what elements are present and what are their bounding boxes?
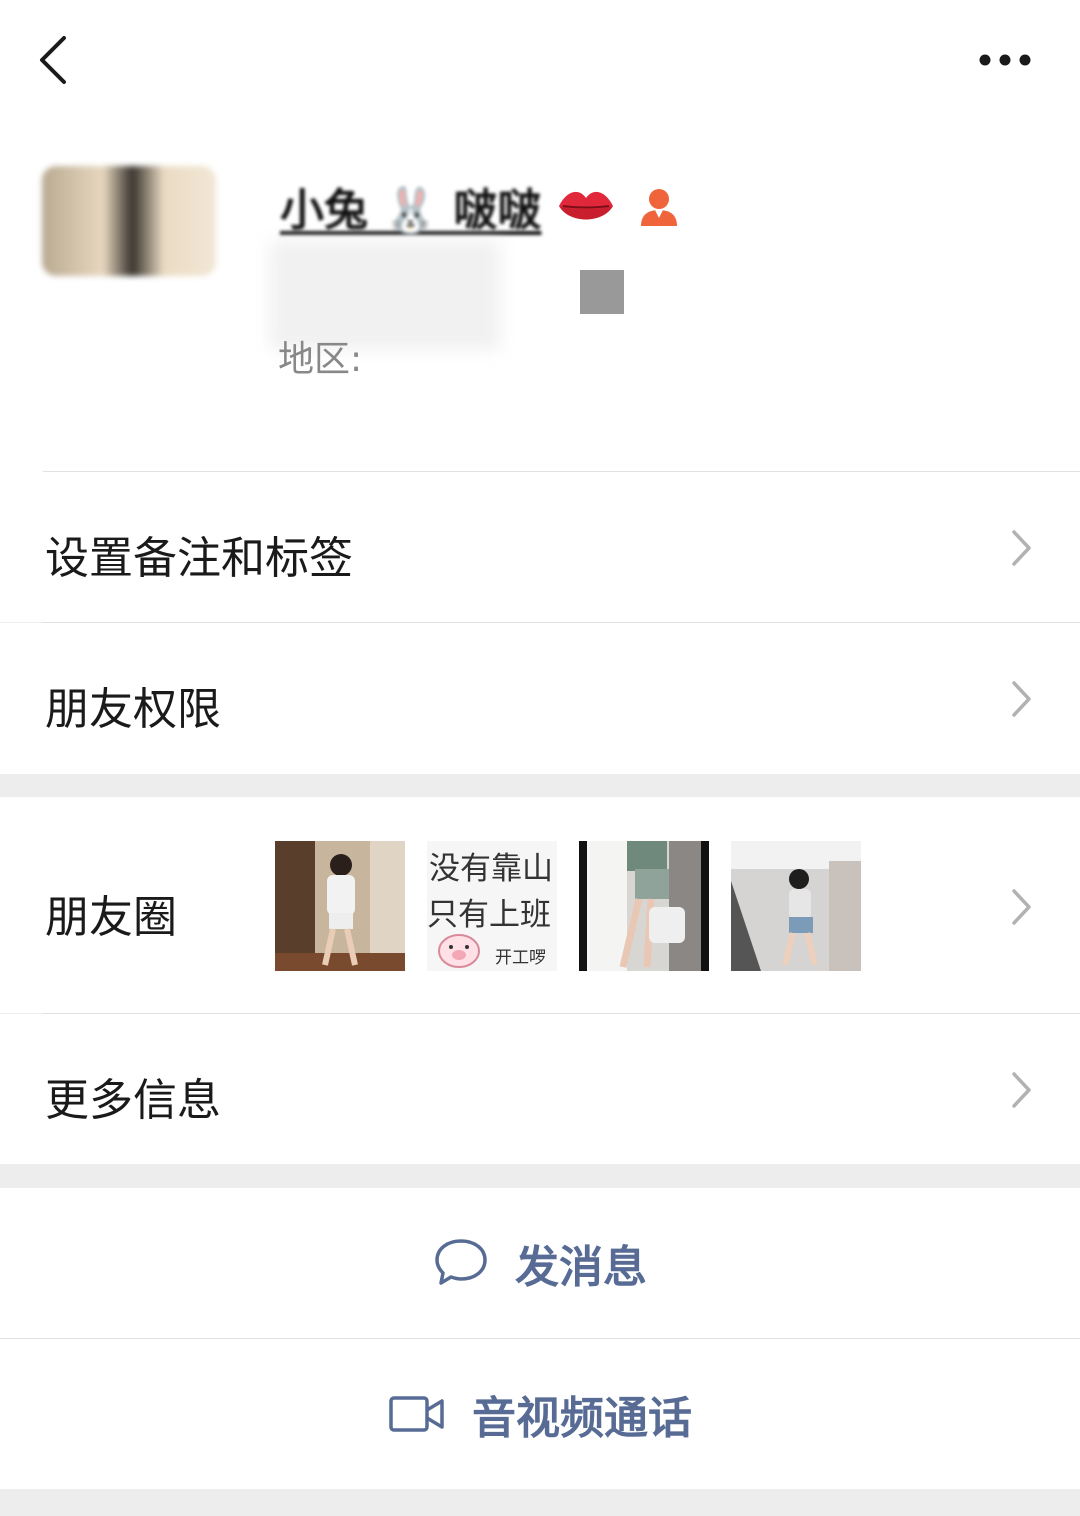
friend-permissions-label: 朋友权限 <box>45 684 221 735</box>
photo-thumbnail-4 <box>731 841 861 971</box>
photo-thumbnail-3 <box>579 841 709 971</box>
user-badge-icon <box>641 189 678 226</box>
avatar[interactable] <box>42 166 216 276</box>
more-options-button[interactable] <box>970 38 1040 82</box>
send-message-label: 发消息 <box>515 1242 647 1293</box>
video-call-label: 音视频通话 <box>472 1393 692 1444</box>
remark-tags-label: 设置备注和标签 <box>45 533 353 584</box>
chevron-right-icon <box>1012 889 1031 925</box>
more-dots-icon <box>979 54 1031 66</box>
moments-row[interactable]: 朋友圈 没有靠山 只有上班 开工啰 <box>0 797 1080 1013</box>
thumb-text-line3: 开工啰 <box>495 948 546 968</box>
moments-thumbnail <box>731 841 861 971</box>
video-camera-icon <box>389 1396 444 1432</box>
moments-thumbnail <box>275 841 405 971</box>
chat-bubble-icon <box>435 1239 487 1285</box>
redaction-square <box>580 270 624 314</box>
text-image-thumbnail: 没有靠山 只有上班 开工啰 <box>427 841 557 971</box>
more-info-row[interactable]: 更多信息 <box>0 1014 1080 1164</box>
top-navbar <box>0 0 1080 120</box>
contact-profile-screen: 小兔 🐰 啵啵 地区: 设置备注和标签 朋友权限 朋友圈 没有靠山 只有上班 开… <box>0 0 1080 1516</box>
moments-label: 朋友圈 <box>45 892 177 943</box>
moments-thumbnail: 没有靠山 只有上班 开工啰 <box>427 841 557 971</box>
profile-header: 小兔 🐰 啵啵 地区: <box>0 120 1080 472</box>
moments-thumbnail <box>579 841 709 971</box>
chevron-left-icon <box>40 36 66 84</box>
cartoon-pig-icon <box>438 934 480 968</box>
chevron-right-icon <box>1012 530 1031 566</box>
chevron-right-icon <box>1012 1072 1031 1108</box>
remark-tags-row[interactable]: 设置备注和标签 <box>0 472 1080 622</box>
thumb-text-line1: 没有靠山 <box>429 851 553 887</box>
send-message-button[interactable]: 发消息 <box>0 1188 1080 1338</box>
region-label: 地区: <box>278 339 363 374</box>
photo-thumbnail-1 <box>275 841 405 971</box>
back-button[interactable] <box>28 28 88 92</box>
more-info-label: 更多信息 <box>45 1075 221 1126</box>
kiss-icon <box>559 191 614 220</box>
friend-permissions-row[interactable]: 朋友权限 <box>0 623 1080 774</box>
nickname: 小兔 🐰 啵啵 <box>280 185 542 236</box>
thumb-text-line2: 只有上班 <box>427 897 551 933</box>
chevron-right-icon <box>1012 681 1031 717</box>
video-call-button[interactable]: 音视频通话 <box>0 1339 1080 1489</box>
nickname-row: 小兔 🐰 啵啵 <box>280 176 681 236</box>
